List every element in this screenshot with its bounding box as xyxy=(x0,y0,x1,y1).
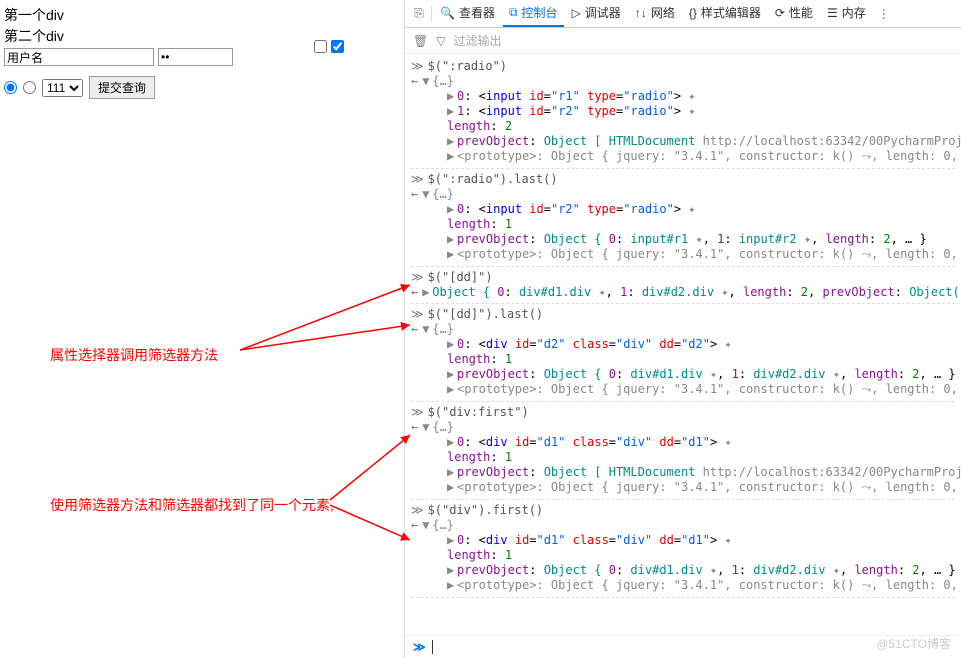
console-block: ≫$(":radio").last() ←▼{…} ▶0: <input id=… xyxy=(411,169,955,267)
style-icon: {} xyxy=(689,6,697,20)
console-toolbar: 🗑 ▽ 过滤输出 xyxy=(405,28,961,54)
annotation-2: 使用筛选器方法和筛选器都找到了同一个元素, xyxy=(50,495,334,515)
tab-performance[interactable]: ⟳性能 xyxy=(769,0,819,27)
checkbox-row xyxy=(314,40,344,53)
clear-icon[interactable]: 🗑 xyxy=(413,34,428,48)
console-output[interactable]: ≫$(":radio") ←▼{…} ▶0: <input id="r1" ty… xyxy=(405,54,961,635)
console-block: ≫$("div").first() ←▼{…} ▶0: <div id="d1"… xyxy=(411,500,955,598)
network-icon: ↑↓ xyxy=(635,6,647,20)
submit-button[interactable]: 提交查询 xyxy=(89,76,155,99)
checkbox-2[interactable] xyxy=(331,40,344,53)
perf-icon: ⟳ xyxy=(775,6,785,20)
tab-inspector[interactable]: 🔍查看器 xyxy=(434,0,501,27)
prompt-icon: ≫ xyxy=(413,640,426,654)
arrow-1 xyxy=(240,280,420,360)
console-block: ≫$("div:first") ←▼{…} ▶0: <div id="d1" c… xyxy=(411,402,955,500)
inspector-icon: 🔍 xyxy=(440,6,455,20)
username-input[interactable] xyxy=(4,48,154,66)
tab-network[interactable]: ↑↓网络 xyxy=(629,0,681,27)
radio-1[interactable] xyxy=(4,81,17,94)
filter-icon[interactable]: ▽ xyxy=(436,34,445,48)
more-icon[interactable]: ⋮ xyxy=(874,7,894,21)
console-icon: ⧉ xyxy=(509,5,518,20)
page-content: 第一个div 第二个div 111 提交查询 属性选择器调用筛选器方法 使用筛选… xyxy=(0,0,405,658)
select-dropdown[interactable]: 111 xyxy=(42,79,83,97)
devtools: ⎘ 🔍查看器 ⧉控制台 ▷调试器 ↑↓网络 {}样式编辑器 ⟳性能 ☰内存 ⋮ … xyxy=(405,0,961,658)
memory-icon: ☰ xyxy=(827,6,838,20)
watermark: @51CTO博客 xyxy=(876,635,951,652)
password-input[interactable] xyxy=(158,48,233,66)
div1-text: 第一个div xyxy=(4,5,400,25)
radio-2[interactable] xyxy=(23,81,36,94)
console-block: ≫$("[dd]") ←▶Object { 0: div#d1.div ✦, 1… xyxy=(411,267,955,304)
form-row: 111 提交查询 xyxy=(4,76,400,99)
console-block: ≫$("[dd]").last() ←▼{…} ▶0: <div id="d2"… xyxy=(411,304,955,402)
cursor xyxy=(432,640,433,654)
tab-console[interactable]: ⧉控制台 xyxy=(503,0,564,27)
tab-memory[interactable]: ☰内存 xyxy=(821,0,872,27)
tab-debugger[interactable]: ▷调试器 xyxy=(566,0,627,27)
dock-icon[interactable]: ⎘ xyxy=(409,6,429,21)
annotation-1: 属性选择器调用筛选器方法 xyxy=(50,345,218,365)
tab-style[interactable]: {}样式编辑器 xyxy=(683,0,767,27)
debugger-icon: ▷ xyxy=(572,6,581,20)
checkbox-1[interactable] xyxy=(314,40,327,53)
console-block: ≫$(":radio") ←▼{…} ▶0: <input id="r1" ty… xyxy=(411,56,955,169)
arrow-2 xyxy=(240,320,420,360)
filter-placeholder[interactable]: 过滤输出 xyxy=(453,32,501,49)
devtools-tabs: ⎘ 🔍查看器 ⧉控制台 ▷调试器 ↑↓网络 {}样式编辑器 ⟳性能 ☰内存 ⋮ xyxy=(405,0,961,28)
